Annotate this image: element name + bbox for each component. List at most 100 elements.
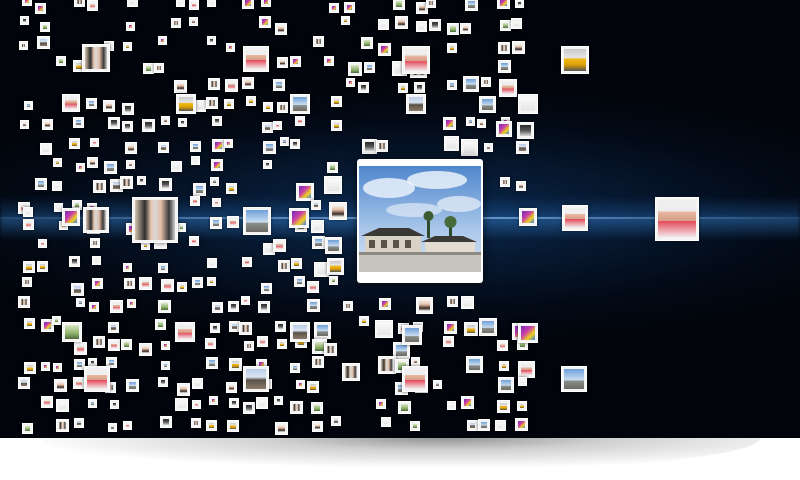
- photo-thumbnail[interactable]: [518, 377, 527, 386]
- photo-thumbnail[interactable]: [69, 138, 80, 149]
- photo-thumbnail[interactable]: [517, 122, 534, 139]
- photo-thumbnail[interactable]: [121, 339, 132, 350]
- photo-thumbnail[interactable]: [311, 200, 321, 210]
- photo-thumbnail[interactable]: [209, 396, 218, 405]
- photo-thumbnail[interactable]: [53, 363, 62, 372]
- photo-thumbnail[interactable]: [312, 236, 325, 249]
- photo-thumbnail[interactable]: [161, 361, 170, 370]
- photo-thumbnail[interactable]: [327, 162, 338, 173]
- photo-thumbnail[interactable]: [466, 356, 483, 373]
- photo-thumbnail[interactable]: [226, 43, 235, 52]
- photo-thumbnail[interactable]: [243, 207, 271, 235]
- photo-thumbnail[interactable]: [40, 143, 52, 155]
- photo-thumbnail[interactable]: [174, 80, 187, 93]
- photo-thumbnail[interactable]: [161, 116, 170, 125]
- photo-thumbnail[interactable]: [517, 401, 527, 411]
- photo-thumbnail[interactable]: [177, 383, 190, 396]
- photo-thumbnail[interactable]: [52, 316, 61, 325]
- photo-thumbnail[interactable]: [402, 325, 422, 345]
- photo-thumbnail[interactable]: [516, 141, 529, 154]
- photo-thumbnail[interactable]: [329, 3, 339, 13]
- photo-thumbnail[interactable]: [89, 302, 99, 312]
- photo-thumbnail[interactable]: [515, 418, 528, 431]
- photo-thumbnail[interactable]: [88, 399, 97, 408]
- photo-thumbnail[interactable]: [273, 79, 285, 91]
- photo-thumbnail[interactable]: [207, 277, 216, 286]
- photo-thumbnail[interactable]: [464, 322, 478, 336]
- photo-thumbnail[interactable]: [125, 142, 137, 154]
- photo-thumbnail[interactable]: [519, 208, 537, 226]
- photo-thumbnail[interactable]: [329, 276, 338, 285]
- photo-thumbnail[interactable]: [498, 42, 510, 54]
- photo-thumbnail[interactable]: [205, 338, 216, 349]
- featured-photo[interactable]: [357, 159, 483, 283]
- photo-thumbnail[interactable]: [263, 102, 273, 112]
- photo-thumbnail[interactable]: [358, 82, 369, 93]
- photo-thumbnail[interactable]: [331, 416, 341, 426]
- photo-thumbnail[interactable]: [242, 0, 254, 9]
- photo-thumbnail[interactable]: [312, 356, 324, 368]
- photo-thumbnail[interactable]: [176, 0, 185, 7]
- photo-thumbnail[interactable]: [110, 300, 123, 313]
- photo-thumbnail[interactable]: [275, 23, 287, 35]
- photo-thumbnail[interactable]: [35, 178, 47, 190]
- photo-thumbnail[interactable]: [263, 160, 272, 169]
- photo-thumbnail[interactable]: [53, 158, 62, 167]
- photo-thumbnail[interactable]: [161, 341, 170, 350]
- photo-thumbnail[interactable]: [290, 363, 300, 373]
- photo-thumbnail[interactable]: [93, 180, 106, 193]
- photo-thumbnail[interactable]: [56, 419, 69, 432]
- photo-thumbnail[interactable]: [362, 139, 377, 154]
- photo-thumbnail[interactable]: [376, 399, 386, 409]
- photo-thumbnail[interactable]: [74, 342, 87, 355]
- photo-thumbnail[interactable]: [379, 298, 391, 310]
- photo-thumbnail[interactable]: [393, 0, 405, 10]
- photo-thumbnail[interactable]: [62, 208, 80, 226]
- photo-thumbnail[interactable]: [290, 139, 300, 149]
- photo-thumbnail[interactable]: [263, 141, 276, 154]
- photo-thumbnail[interactable]: [497, 0, 510, 9]
- photo-thumbnail[interactable]: [190, 141, 201, 152]
- photo-thumbnail[interactable]: [241, 296, 250, 305]
- photo-thumbnail[interactable]: [20, 120, 29, 129]
- photo-thumbnail[interactable]: [447, 401, 456, 410]
- photo-thumbnail[interactable]: [324, 56, 334, 66]
- photo-thumbnail[interactable]: [262, 122, 273, 133]
- photo-thumbnail[interactable]: [127, 0, 138, 7]
- photo-thumbnail[interactable]: [561, 366, 587, 392]
- photo-thumbnail[interactable]: [341, 16, 350, 25]
- photo-thumbnail[interactable]: [498, 377, 514, 393]
- photo-thumbnail[interactable]: [443, 117, 456, 130]
- photo-thumbnail[interactable]: [242, 257, 252, 267]
- photo-thumbnail[interactable]: [244, 341, 254, 351]
- photo-thumbnail[interactable]: [395, 16, 408, 29]
- photo-thumbnail[interactable]: [23, 261, 35, 273]
- photo-thumbnail[interactable]: [158, 142, 169, 153]
- photo-thumbnail[interactable]: [414, 82, 425, 93]
- photo-thumbnail[interactable]: [479, 318, 497, 336]
- photo-thumbnail[interactable]: [212, 302, 223, 313]
- photo-thumbnail[interactable]: [277, 57, 288, 68]
- photo-thumbnail[interactable]: [73, 117, 84, 128]
- photo-thumbnail[interactable]: [381, 417, 391, 427]
- photo-thumbnail[interactable]: [307, 281, 319, 293]
- photo-thumbnail[interactable]: [137, 176, 146, 185]
- photo-thumbnail[interactable]: [278, 260, 290, 272]
- photo-thumbnail[interactable]: [416, 297, 433, 314]
- photo-thumbnail[interactable]: [375, 320, 393, 338]
- photo-thumbnail[interactable]: [229, 398, 239, 408]
- photo-thumbnail[interactable]: [71, 283, 84, 296]
- photo-thumbnail[interactable]: [207, 36, 216, 45]
- photo-thumbnail[interactable]: [290, 94, 310, 114]
- photo-thumbnail[interactable]: [52, 181, 62, 191]
- photo-thumbnail[interactable]: [92, 278, 103, 289]
- photo-thumbnail[interactable]: [123, 42, 132, 51]
- photo-thumbnail[interactable]: [87, 157, 98, 168]
- photo-thumbnail[interactable]: [93, 336, 105, 348]
- photo-thumbnail[interactable]: [123, 263, 132, 272]
- photo-thumbnail[interactable]: [343, 301, 353, 311]
- photo-thumbnail[interactable]: [296, 183, 314, 201]
- photo-thumbnail[interactable]: [104, 161, 117, 174]
- photo-thumbnail[interactable]: [56, 56, 66, 66]
- photo-thumbnail[interactable]: [226, 382, 237, 393]
